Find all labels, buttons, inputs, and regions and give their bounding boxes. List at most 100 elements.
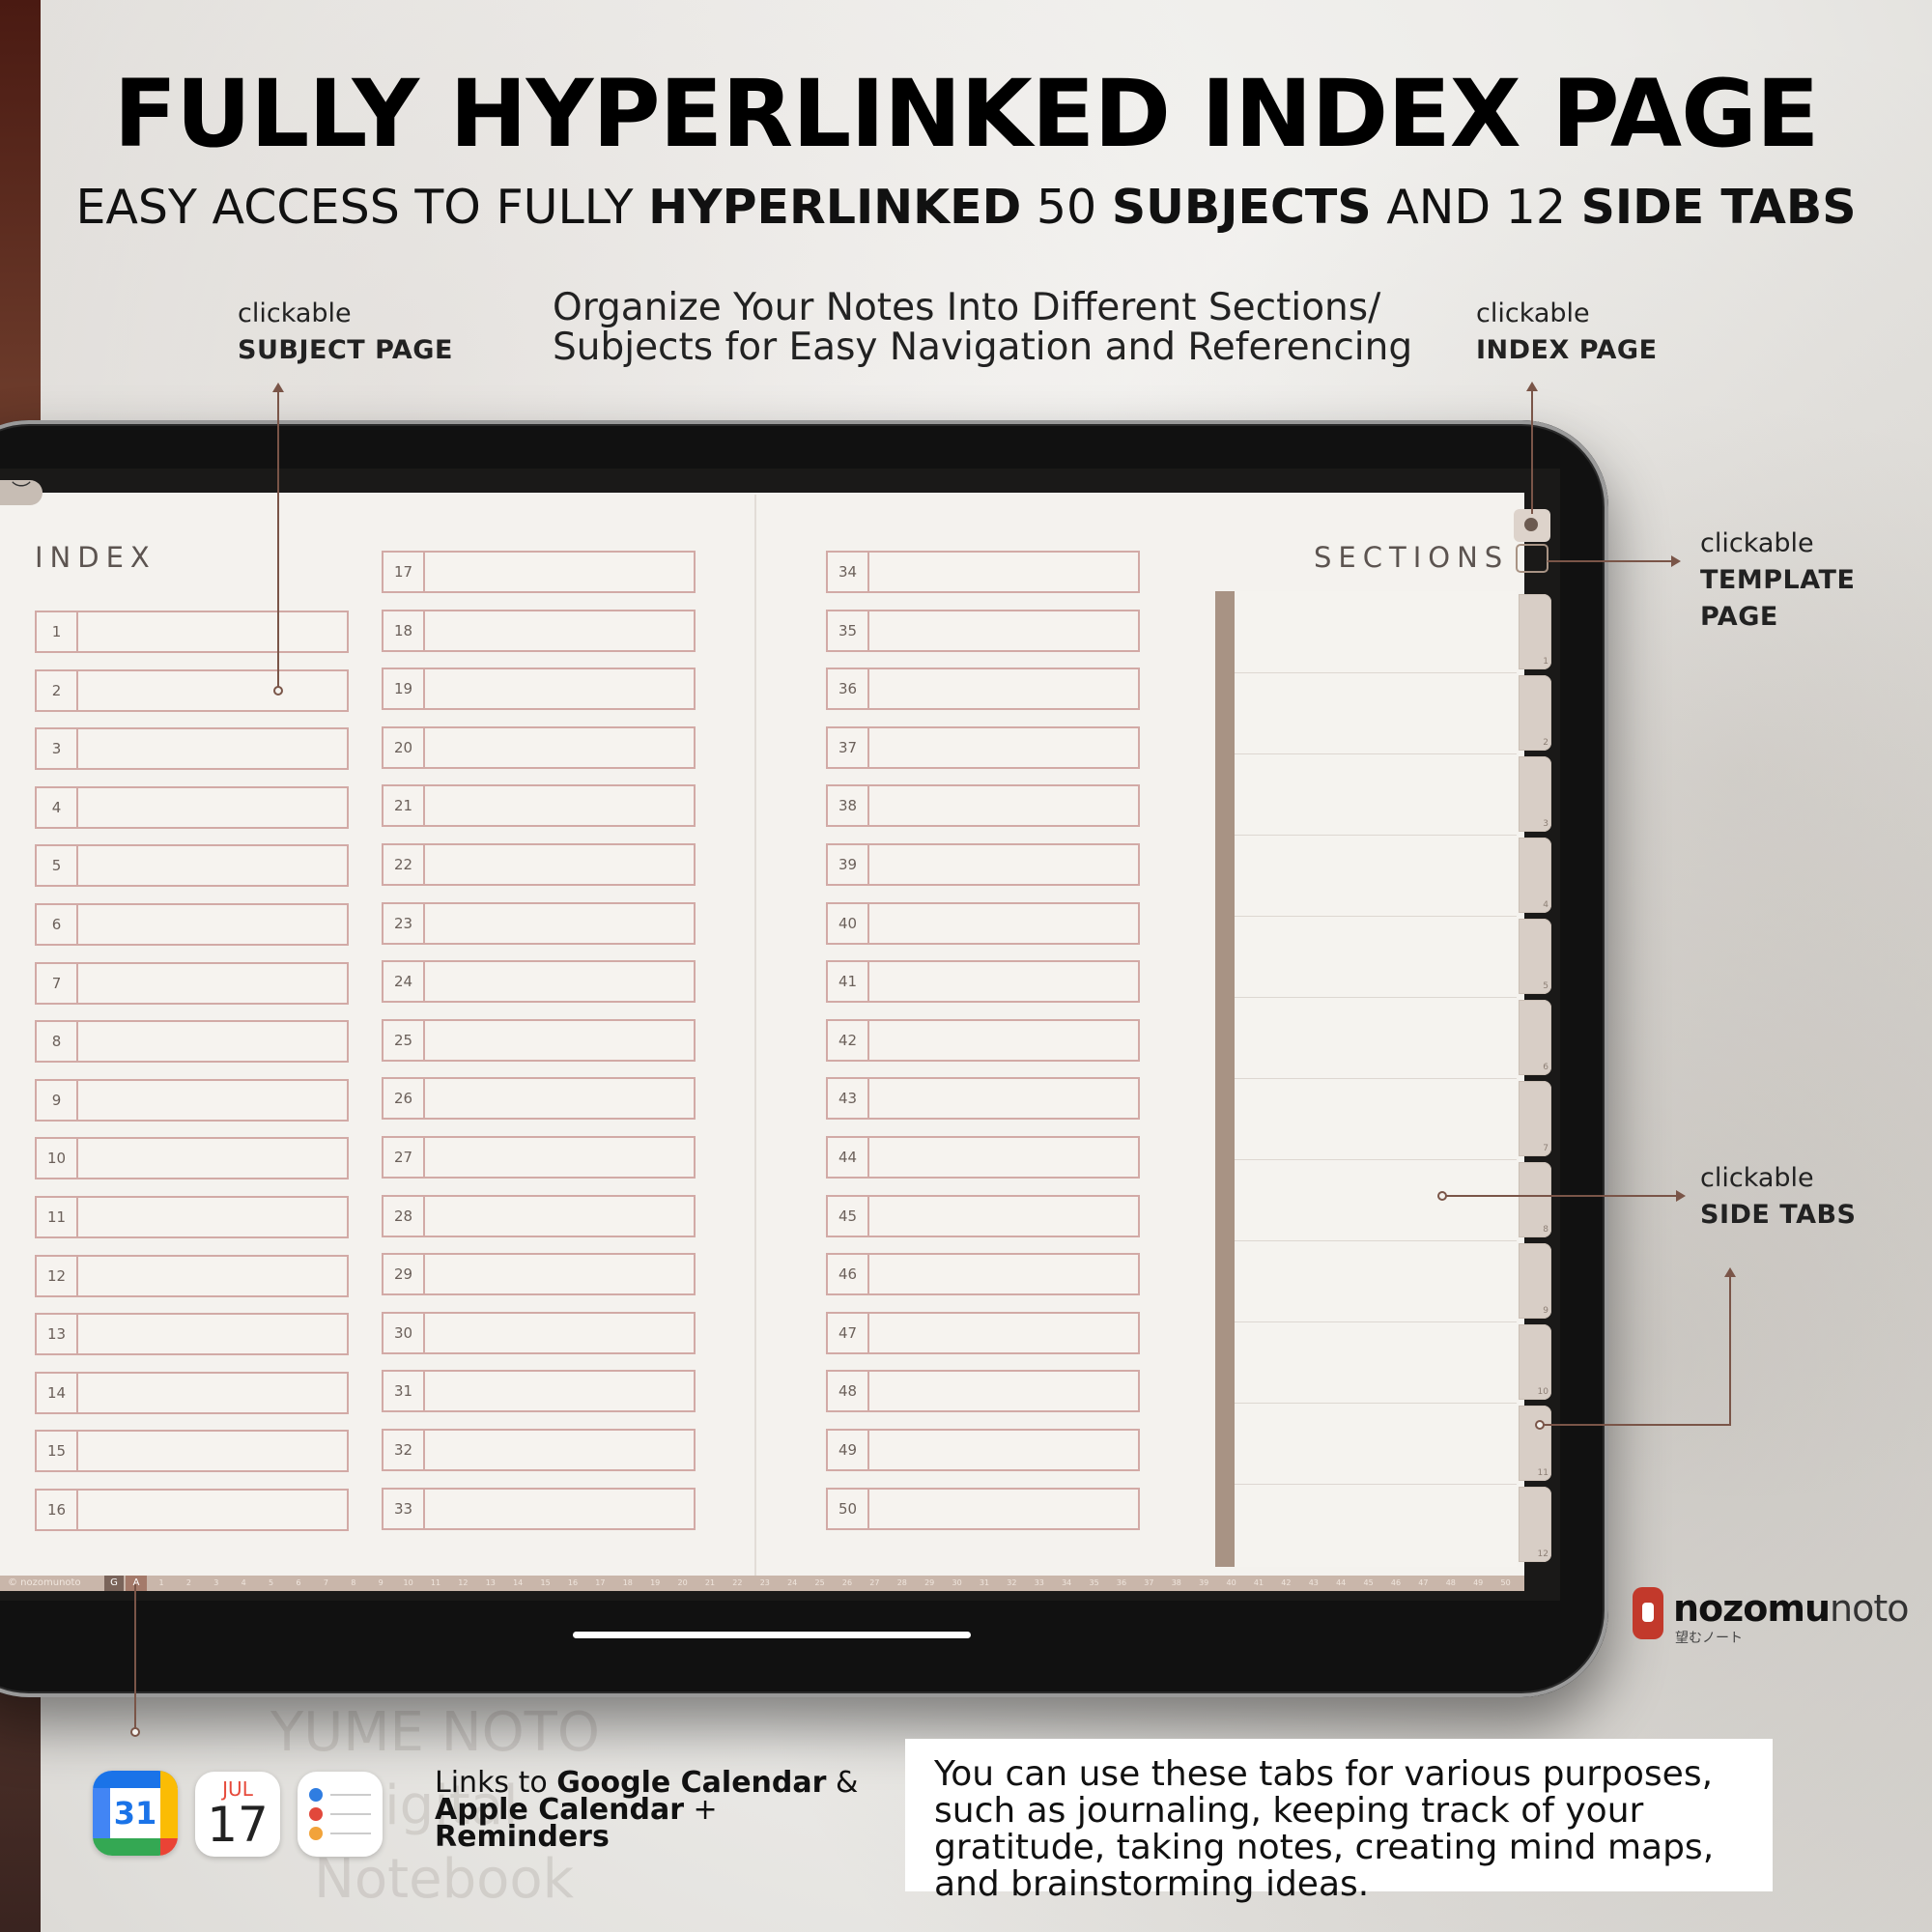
subject-row[interactable]: 48	[826, 1370, 1140, 1413]
strip-subject-tab[interactable]: 2	[176, 1576, 201, 1591]
subject-row[interactable]: 38	[826, 784, 1140, 828]
subject-row[interactable]: 23	[382, 901, 696, 945]
strip-subject-tab[interactable]: 39	[1191, 1576, 1216, 1591]
strip-subject-tab[interactable]: 45	[1356, 1576, 1381, 1591]
subject-row[interactable]: 32	[382, 1429, 696, 1471]
strip-subject-tab[interactable]: 17	[587, 1576, 612, 1591]
strip-subject-tab[interactable]: 42	[1273, 1576, 1298, 1591]
side-tab[interactable]: 1	[1519, 594, 1551, 669]
side-tab[interactable]: 7	[1519, 1081, 1551, 1156]
strip-subject-tab[interactable]: 20	[670, 1576, 696, 1591]
strip-subject-tab[interactable]: 41	[1246, 1576, 1271, 1591]
strip-subject-tab[interactable]: 34	[1054, 1576, 1079, 1591]
strip-subject-tab[interactable]: 9	[368, 1576, 393, 1591]
subject-row[interactable]: 46	[826, 1253, 1140, 1296]
subject-row[interactable]: 2	[35, 668, 349, 712]
strip-subject-tab[interactable]: 26	[835, 1576, 860, 1591]
strip-subject-tab[interactable]: 1	[149, 1576, 174, 1591]
subject-row[interactable]: 45	[826, 1194, 1140, 1237]
subject-row[interactable]: 10	[35, 1137, 349, 1180]
subject-row[interactable]: 22	[382, 843, 696, 886]
subject-row[interactable]: 44	[826, 1136, 1140, 1179]
subject-row[interactable]: 36	[826, 668, 1140, 711]
strip-subject-tab[interactable]: 5	[259, 1576, 284, 1591]
strip-subject-tab[interactable]: 25	[808, 1576, 833, 1591]
side-tab[interactable]: 5	[1519, 919, 1551, 994]
strip-subject-tab[interactable]: 40	[1219, 1576, 1244, 1591]
footer-g-tab[interactable]: G	[104, 1576, 124, 1591]
subject-row[interactable]: 8	[35, 1020, 349, 1064]
subject-row[interactable]: 9	[35, 1078, 349, 1122]
subject-row[interactable]: 11	[35, 1196, 349, 1238]
subject-row[interactable]: 31	[382, 1370, 696, 1413]
subject-row[interactable]: 28	[382, 1194, 696, 1237]
subject-row[interactable]: 17	[382, 551, 696, 593]
strip-subject-tab[interactable]: 49	[1465, 1576, 1491, 1591]
strip-subject-tab[interactable]: 18	[615, 1576, 640, 1591]
home-indicator[interactable]	[573, 1632, 971, 1638]
strip-subject-tab[interactable]: 8	[341, 1576, 366, 1591]
strip-subject-tab[interactable]: 19	[642, 1576, 668, 1591]
strip-subject-tab[interactable]: 44	[1328, 1576, 1353, 1591]
subject-row[interactable]: 42	[826, 1018, 1140, 1062]
strip-subject-tab[interactable]: 38	[1164, 1576, 1189, 1591]
subject-row[interactable]: 24	[382, 960, 696, 1004]
strip-subject-tab[interactable]: 31	[972, 1576, 997, 1591]
subject-row[interactable]: 20	[382, 725, 696, 769]
strip-subject-tab[interactable]: 7	[313, 1576, 338, 1591]
subject-row[interactable]: 25	[382, 1018, 696, 1062]
side-tab[interactable]: 9	[1519, 1243, 1551, 1319]
strip-subject-tab[interactable]: 22	[724, 1576, 750, 1591]
strip-subject-tab[interactable]: 4	[231, 1576, 256, 1591]
strip-subject-tab[interactable]: 30	[945, 1576, 970, 1591]
subject-row[interactable]: 19	[382, 668, 696, 711]
strip-subject-tab[interactable]: 13	[478, 1576, 503, 1591]
strip-subject-tab[interactable]: 46	[1383, 1576, 1408, 1591]
subject-row[interactable]: 50	[826, 1487, 1140, 1530]
strip-subject-tab[interactable]: 28	[890, 1576, 915, 1591]
side-tab[interactable]: 4	[1519, 838, 1551, 913]
side-tab[interactable]: 6	[1519, 1000, 1551, 1075]
subject-row[interactable]: 16	[35, 1489, 349, 1531]
subject-row[interactable]: 29	[382, 1253, 696, 1296]
strip-subject-tab[interactable]: 43	[1301, 1576, 1326, 1591]
subject-row[interactable]: 7	[35, 961, 349, 1005]
subject-row[interactable]: 18	[382, 609, 696, 652]
subject-row[interactable]: 5	[35, 844, 349, 888]
subject-row[interactable]: 15	[35, 1430, 349, 1473]
subject-row[interactable]: 39	[826, 843, 1140, 886]
side-tab[interactable]: 12	[1519, 1487, 1551, 1562]
subject-row[interactable]: 47	[826, 1311, 1140, 1354]
side-tab[interactable]: 3	[1519, 756, 1551, 832]
strip-subject-tab[interactable]: 11	[423, 1576, 448, 1591]
subject-row[interactable]: 13	[35, 1313, 349, 1356]
strip-subject-tab[interactable]: 32	[999, 1576, 1024, 1591]
subject-row[interactable]: 30	[382, 1311, 696, 1354]
side-tab[interactable]: 10	[1519, 1324, 1551, 1400]
subject-row[interactable]: 49	[826, 1429, 1140, 1471]
template-page-link-icon[interactable]	[1516, 544, 1548, 573]
strip-subject-tab[interactable]: 50	[1493, 1576, 1519, 1591]
reminders-icon[interactable]	[298, 1772, 383, 1857]
index-page-link-icon[interactable]	[1514, 509, 1550, 542]
strip-subject-tab[interactable]: 10	[396, 1576, 421, 1591]
subject-row[interactable]: 40	[826, 901, 1140, 945]
subject-row[interactable]: 26	[382, 1077, 696, 1121]
subject-row[interactable]: 43	[826, 1077, 1140, 1121]
subject-row[interactable]: 41	[826, 960, 1140, 1004]
subject-row[interactable]: 21	[382, 784, 696, 828]
subject-row[interactable]: 35	[826, 609, 1140, 652]
side-tab[interactable]: 11	[1519, 1406, 1551, 1481]
subject-row[interactable]: 14	[35, 1371, 349, 1414]
subject-row[interactable]: 33	[382, 1487, 696, 1530]
strip-subject-tab[interactable]: 48	[1438, 1576, 1463, 1591]
subject-row[interactable]: 27	[382, 1136, 696, 1179]
subject-row[interactable]: 1	[35, 611, 349, 653]
google-calendar-icon[interactable]: 31	[93, 1771, 178, 1856]
strip-subject-tab[interactable]: 35	[1082, 1576, 1107, 1591]
side-tab[interactable]: 2	[1519, 675, 1551, 751]
subject-row[interactable]: 4	[35, 785, 349, 829]
apple-calendar-icon[interactable]: JUL 17	[195, 1772, 280, 1857]
strip-subject-tab[interactable]: 47	[1410, 1576, 1435, 1591]
strip-subject-tab[interactable]: 21	[697, 1576, 723, 1591]
